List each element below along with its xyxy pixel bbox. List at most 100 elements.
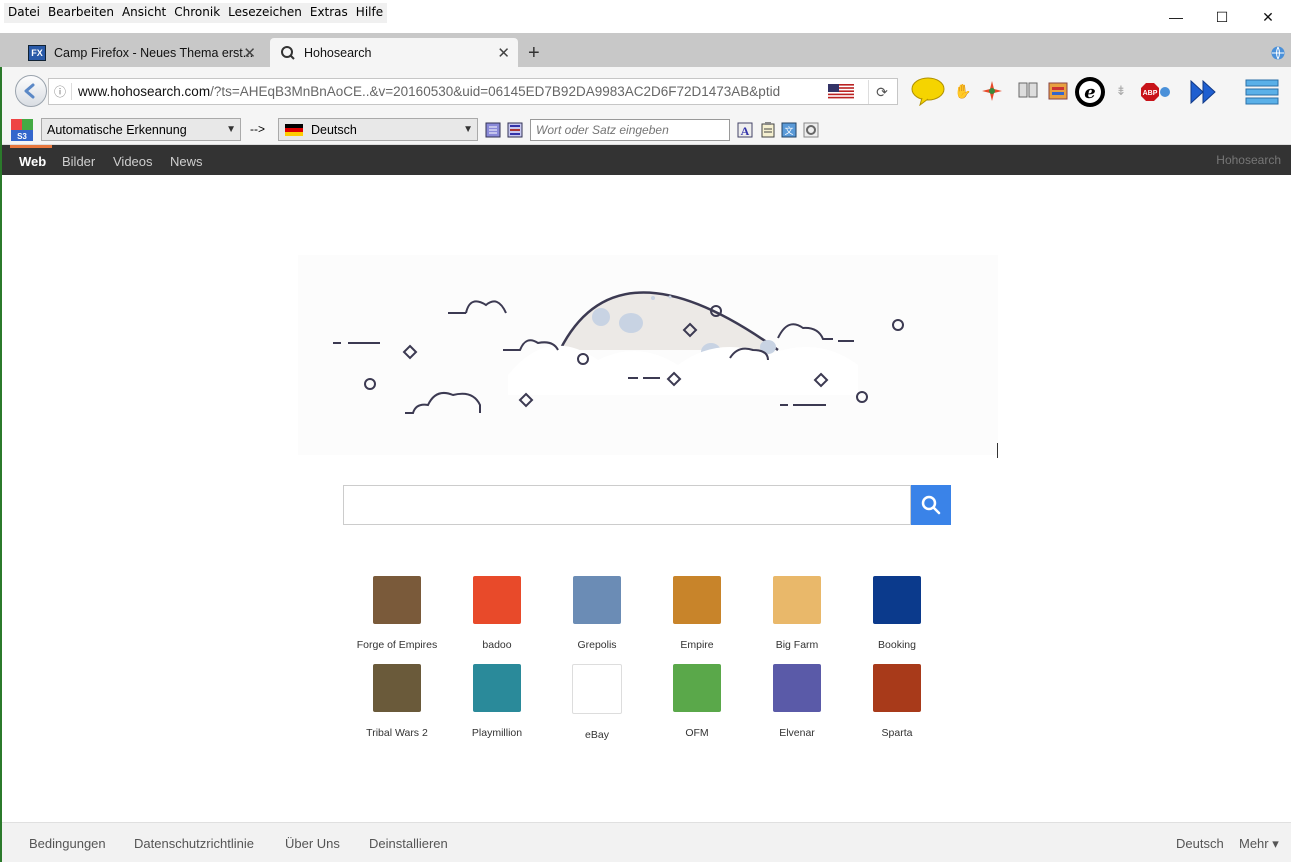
minimize-button[interactable]: — (1153, 4, 1199, 30)
tile-booking[interactable]: Booking (847, 576, 947, 656)
translate-globe-icon[interactable]: 文 (781, 122, 797, 138)
chevron-down-icon: ▼ (226, 124, 236, 135)
big-farm-logo-icon (773, 576, 821, 624)
tile-label: Sparta (881, 727, 913, 739)
tile-playmillion[interactable]: Playmillion (447, 664, 547, 744)
footer-link-terms[interactable]: Bedingungen (29, 836, 106, 851)
target-language-select[interactable]: Deutsch ▼ (278, 118, 478, 141)
reload-button[interactable]: ⟳ (868, 80, 895, 104)
url-text[interactable]: www.hohosearch.com/?ts=AHEqB3MnBnAoCE..&… (78, 84, 823, 99)
word-input[interactable] (530, 119, 730, 141)
adblock-icon[interactable]: ABP (1140, 82, 1160, 102)
search-input[interactable] (343, 485, 911, 525)
clipboard-icon[interactable] (760, 122, 776, 138)
sparta-logo-icon (873, 664, 921, 712)
badoo-logo-icon (473, 576, 521, 624)
reader-icon[interactable] (1018, 82, 1038, 100)
brand-name: Hohosearch (1216, 153, 1281, 167)
footer-language[interactable]: Deutsch (1176, 836, 1224, 851)
svg-text:A: A (741, 124, 750, 138)
grepolis-logo-icon (573, 576, 621, 624)
source-language-select[interactable]: Automatische Erkennung ▼ (41, 118, 241, 141)
globe-icon[interactable] (1270, 45, 1286, 61)
nav-bilder[interactable]: Bilder (62, 154, 95, 169)
tile-label: OFM (685, 727, 709, 739)
window-close-button[interactable]: ✕ (1245, 4, 1291, 30)
dictionary-icon[interactable]: A (737, 122, 753, 138)
info-blue-icon[interactable] (1159, 86, 1171, 98)
s3-translator-icon[interactable]: S3 (10, 118, 34, 142)
url-bar[interactable]: ⓘ www.hohosearch.com/?ts=AHEqB3MnBnAoCE.… (48, 78, 898, 105)
footer-link-about[interactable]: Über Uns (285, 836, 340, 851)
tile-label: Playmillion (471, 727, 523, 739)
text-cursor (997, 443, 998, 458)
nav-videos[interactable]: Videos (113, 154, 153, 169)
us-flag-icon[interactable] (828, 84, 854, 99)
speech-bubble-icon[interactable] (910, 76, 946, 106)
footer-link-uninstall[interactable]: Deinstallieren (369, 836, 448, 851)
close-tab-icon[interactable]: ✕ (497, 44, 510, 62)
search-icon (921, 495, 941, 515)
nav-web[interactable]: Web (19, 154, 46, 169)
info-icon[interactable]: ⓘ (49, 83, 72, 100)
close-tab-icon[interactable]: ✕ (243, 44, 256, 62)
menu-bar: Datei Bearbeiten Ansicht Chronik Lesezei… (4, 3, 388, 23)
tile-label: Empire (680, 639, 714, 651)
menu-datei[interactable]: Datei (4, 3, 44, 23)
tile-grepolis[interactable]: Grepolis (547, 576, 647, 656)
tile-ebay[interactable]: eBay (547, 664, 647, 744)
translate-page-icon[interactable] (485, 122, 501, 138)
german-flag-icon (285, 124, 303, 136)
fast-forward-icon[interactable] (1188, 78, 1220, 106)
maximize-button[interactable]: ☐ (1199, 4, 1245, 30)
menu-extras[interactable]: Extras (306, 3, 352, 23)
translate-arrow: --> (250, 122, 265, 136)
url-host: www.hohosearch.com (78, 84, 211, 99)
search-button[interactable] (911, 485, 951, 525)
tab-hohosearch[interactable]: Hohosearch ✕ (270, 38, 518, 67)
tile-forge-of-empires[interactable]: Forge of Empires (347, 576, 447, 656)
svg-text:S3: S3 (17, 132, 27, 141)
e-circle-icon[interactable]: e (1074, 76, 1106, 108)
tile-badoo[interactable]: badoo (447, 576, 547, 656)
playmillion-logo-icon (473, 664, 521, 712)
new-tab-button[interactable]: + (528, 42, 540, 65)
nav-news[interactable]: News (170, 154, 203, 169)
back-button[interactable] (15, 75, 47, 107)
moon-illustration (298, 255, 998, 455)
tile-label: badoo (482, 639, 512, 651)
ofm-logo-icon (673, 664, 721, 712)
menu-bearbeiten[interactable]: Bearbeiten (44, 3, 118, 23)
tile-sparta[interactable]: Sparta (847, 664, 947, 744)
search-favicon-icon (281, 45, 295, 60)
url-path: /?ts=AHEqB3MnBnAoCE..&v=20160530&uid=061… (210, 84, 781, 99)
window-border (0, 67, 2, 862)
tile-elvenar[interactable]: Elvenar (747, 664, 847, 744)
settings-gear-icon[interactable] (803, 122, 819, 138)
firefox-favicon-icon: FX (28, 44, 46, 61)
tile-empire[interactable]: Empire (647, 576, 747, 656)
tile-big-farm[interactable]: Big Farm (747, 576, 847, 656)
tile-label: Grepolis (577, 639, 617, 651)
menu-hilfe[interactable]: Hilfe (352, 3, 387, 23)
ebay-logo-icon (572, 664, 622, 714)
tile-ofm[interactable]: OFM (647, 664, 747, 744)
menu-ansicht[interactable]: Ansicht (118, 3, 170, 23)
footer-link-privacy[interactable]: Datenschutzrichtlinie (134, 836, 254, 851)
tile-label: Elvenar (779, 727, 815, 739)
menu-lesezeichen[interactable]: Lesezeichen (224, 3, 306, 23)
download-arrow-icon[interactable]: ⇟ (1110, 80, 1132, 102)
empire-logo-icon (673, 576, 721, 624)
menu-chronik[interactable]: Chronik (170, 3, 224, 23)
translate-text-icon[interactable] (507, 122, 523, 138)
puzzle-icon[interactable]: ✋ (952, 80, 974, 102)
footer-more-button[interactable]: Mehr ▾ (1239, 836, 1279, 852)
chevron-down-icon: ▼ (463, 124, 473, 135)
tile-tribal-wars-2[interactable]: Tribal Wars 2 (347, 664, 447, 744)
colorful-star-icon[interactable] (981, 80, 1003, 102)
back-arrow-icon (24, 83, 35, 99)
tile-label: Booking (878, 639, 916, 651)
tab-camp-firefox[interactable]: FX Camp Firefox - Neues Thema erst... ✕ (18, 38, 264, 67)
menu-hamburger-icon[interactable] (1245, 78, 1279, 106)
windows-icon[interactable] (1048, 82, 1068, 100)
